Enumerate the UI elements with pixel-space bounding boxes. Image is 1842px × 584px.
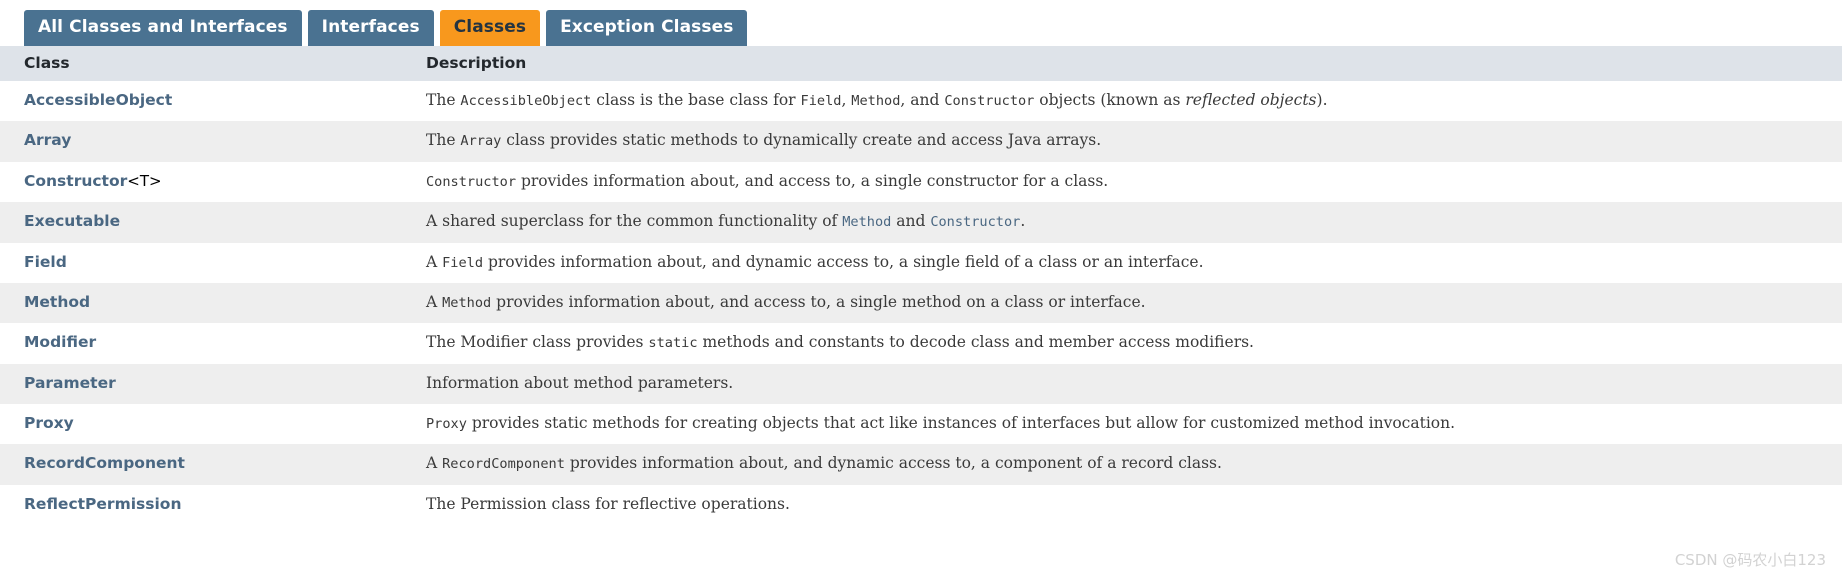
code-span: Constructor [426,173,517,190]
inline-class-link-method[interactable]: Method [842,214,891,230]
description-text: The Permission class for reflective oper… [426,494,790,513]
description-text: objects (known as [1034,91,1186,109]
description-text: . [1020,212,1026,231]
tab-all-classes-and-interfaces[interactable]: All Classes and Interfaces [24,10,302,46]
class-link-method[interactable]: Method [24,293,90,311]
table-row: Constructor<T> Constructor provides infor… [0,161,1842,203]
class-description-cell: A Field provides information about, and … [422,243,1842,283]
description-text: and [891,212,931,231]
table-row: ReflectPermission The Permission class fo… [0,484,1842,526]
code-span: Constructor [944,93,1035,109]
class-description-cell: The AccessibleObject class is the base c… [422,81,1842,121]
description-text: class provides static methods to dynamic… [501,131,1102,150]
table-header: Class Description [0,46,1842,81]
class-link-array[interactable]: Array [24,131,71,149]
class-name-cell: AccessibleObject [0,81,422,121]
table-row: Modifier The Modifier class provides stat… [0,323,1842,364]
class-name-cell: Constructor<T> [0,162,422,202]
table-row: Executable A shared superclass for the co… [0,202,1842,243]
class-link-modifier[interactable]: Modifier [24,333,96,351]
class-link-reflectpermission[interactable]: ReflectPermission [24,495,181,513]
tab-interfaces[interactable]: Interfaces [307,10,434,46]
description-text: , and [900,91,945,109]
code-span: AccessibleObject [460,93,592,109]
class-name-cell: Parameter [0,364,422,404]
class-name-cell: Modifier [0,323,422,363]
class-description-cell: A shared superclass for the common funct… [422,202,1842,242]
description-text: provides information about, and access t… [491,292,1146,311]
class-description-cell: A Method provides information about, and… [422,283,1842,323]
code-span: Proxy [426,416,467,432]
class-description-cell: Information about method parameters. [422,364,1842,404]
class-summary-table: Class Description AccessibleObject The Ac… [0,46,1842,526]
table-row: AccessibleObject The AccessibleObject cla… [0,81,1842,122]
class-description-cell: A RecordComponent provides information a… [422,444,1842,484]
table-row: Parameter Information about method parame… [0,363,1842,404]
class-description-cell: The Modifier class provides static metho… [422,323,1842,363]
class-name-cell: RecordComponent [0,444,422,484]
description-text: methods and constants to decode class an… [697,333,1254,352]
code-span: Method [851,93,901,109]
column-header-class: Class [0,46,422,81]
table-row: Method A Method provides information abou… [0,282,1842,324]
class-name-cell: Proxy [0,404,422,444]
class-link-recordcomponent[interactable]: RecordComponent [24,454,185,472]
column-header-description: Description [422,46,1842,81]
table-body: AccessibleObject The AccessibleObject cla… [0,81,1842,526]
csdn-watermark: CSDN @码农小白123 [1674,551,1826,569]
italic-term: reflected objects [1185,91,1317,109]
table-row: Array The Array class provides static met… [0,121,1842,162]
class-link-executable[interactable]: Executable [24,212,120,230]
class-link-accessibleobject[interactable]: AccessibleObject [24,91,172,109]
class-filter-tab-bar: All Classes and Interfaces Interfaces Clas… [0,0,1842,46]
description-text: provides static methods for creating obj… [466,414,1456,432]
table-row: Field A Field provides information about,… [0,242,1842,283]
description-text: class is the base class for [591,91,801,109]
description-text: provides information about, and access t… [516,171,1109,190]
class-link-field[interactable]: Field [24,253,67,271]
class-description-cell: The Array class provides static methods … [422,121,1842,161]
inline-class-link-constructor[interactable]: Constructor [930,214,1020,230]
code-span: Array [460,133,502,150]
class-name-cell: Method [0,283,422,323]
description-text: A [426,292,443,311]
description-text: Information about method parameters. [426,373,734,392]
class-link-proxy[interactable]: Proxy [24,414,74,432]
description-text: The [426,131,461,150]
generic-type-parameter: <T> [127,171,162,190]
description-text: The Modifier class provides [426,333,649,352]
class-name-cell: Array [0,121,422,161]
code-span: Method [442,294,492,311]
class-description-cell: Proxy provides static methods for creati… [422,404,1842,444]
description-text: provides information about, and dynamic … [483,252,1204,271]
tab-classes[interactable]: Classes [439,10,541,46]
description-text: A [426,252,443,271]
class-description-cell: The Permission class for reflective oper… [422,485,1842,525]
class-name-cell: ReflectPermission [0,485,422,525]
class-description-cell: Constructor provides information about, … [422,162,1842,202]
class-link-parameter[interactable]: Parameter [24,374,116,392]
code-span: Field [442,254,484,271]
code-span: Field [800,93,842,109]
description-text: provides information about, and dynamic … [564,454,1222,473]
code-span: static [648,335,698,352]
description-text: The [426,91,461,109]
tab-exception-classes[interactable]: Exception Classes [546,10,748,46]
description-text: , [841,91,852,109]
class-name-cell: Executable [0,202,422,242]
table-row: Proxy Proxy provides static methods for c… [0,404,1842,445]
table-header-row: Class Description [0,46,1842,81]
code-span: RecordComponent [442,456,565,473]
class-name-cell: Field [0,243,422,283]
description-text: A shared superclass for the common funct… [426,212,843,231]
table-row: RecordComponent A RecordComponent provide… [0,444,1842,485]
description-text: A [426,454,443,473]
description-text: ). [1316,91,1328,109]
class-link-constructor[interactable]: Constructor [24,172,127,190]
